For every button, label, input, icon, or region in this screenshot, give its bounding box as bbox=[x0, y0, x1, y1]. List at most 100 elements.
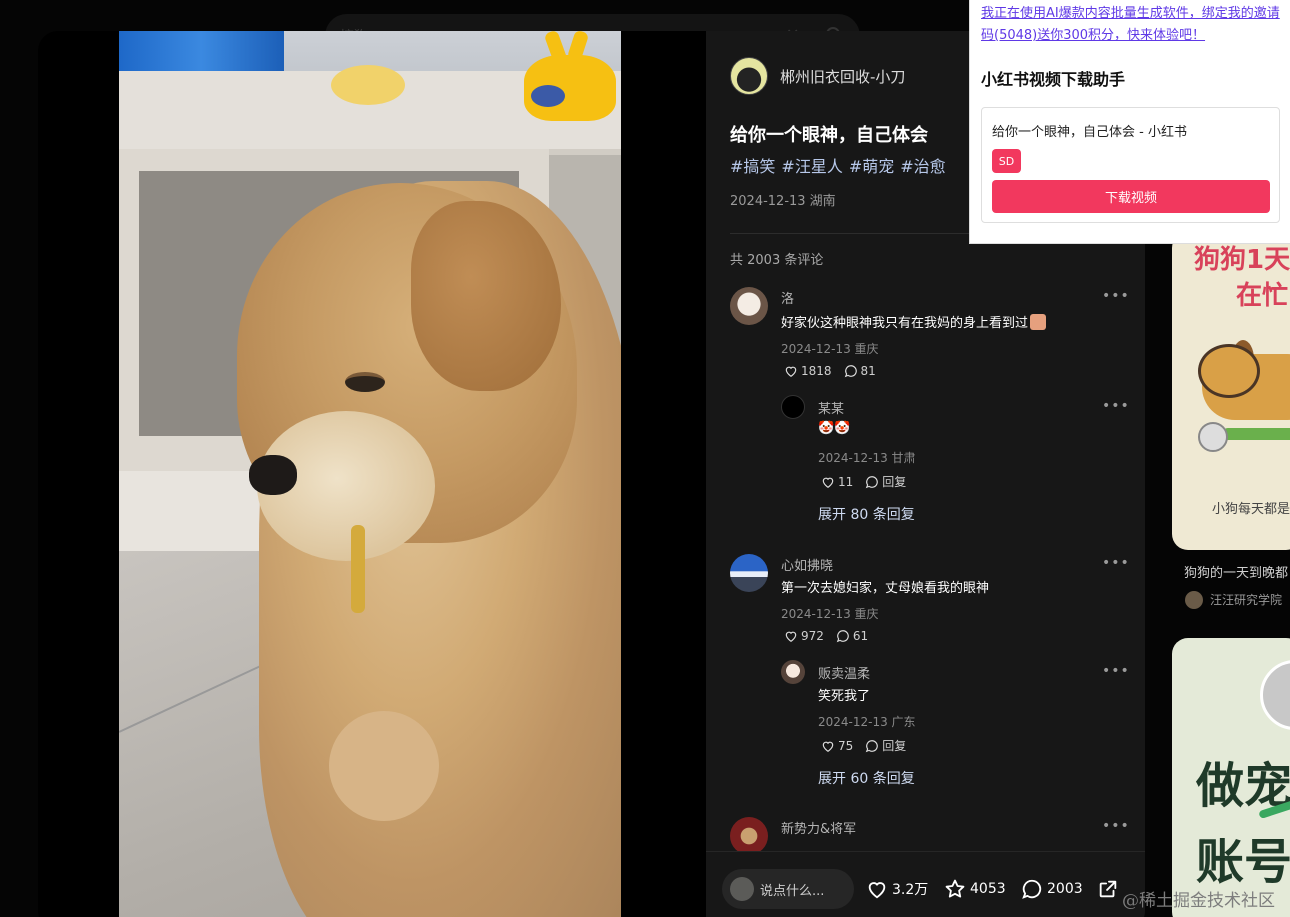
tag-link[interactable]: #治愈 bbox=[900, 153, 945, 177]
comment-actions: 972 61 bbox=[784, 629, 880, 643]
feed-card-1: 狗狗1天 在忙 小狗每天都是 bbox=[1172, 232, 1290, 550]
reply-button[interactable]: 回复 bbox=[865, 473, 906, 490]
video-card: 给你一个眼神，自己体会 - 小红书 SD 下载视频 bbox=[981, 107, 1280, 223]
feed-card-1-headline: 狗狗1天 在忙 bbox=[1194, 245, 1290, 311]
note-video[interactable] bbox=[119, 31, 621, 917]
watermark: @稀土掘金技术社区 bbox=[1122, 891, 1275, 911]
comment-input-placeholder: 说点什么... bbox=[760, 883, 825, 899]
share-icon bbox=[1099, 880, 1117, 898]
video-card-title: 给你一个眼神，自己体会 - 小红书 bbox=[992, 125, 1187, 140]
reply-text: 🤡🤡 bbox=[818, 421, 851, 436]
comment-bubble-icon bbox=[836, 630, 849, 643]
like-button[interactable]: 11 bbox=[821, 473, 853, 490]
heart-icon bbox=[868, 882, 886, 899]
reply-text: 笑死我了 bbox=[818, 689, 871, 704]
tag-link[interactable]: #萌宠 bbox=[849, 153, 894, 177]
heart-icon bbox=[822, 477, 834, 488]
comment-author[interactable]: 洛 bbox=[781, 288, 794, 307]
star-icon bbox=[945, 879, 965, 898]
download-video-button[interactable]: 下载视频 bbox=[992, 180, 1270, 213]
comment-avatar[interactable] bbox=[730, 554, 768, 592]
cartoon-dog-head bbox=[1198, 344, 1260, 398]
puppy-chain bbox=[351, 525, 365, 613]
heart-icon bbox=[822, 741, 834, 752]
comment-count: 共 2003 条评论 bbox=[730, 253, 824, 268]
feed-card-2-headline: 做宠 账号 bbox=[1196, 758, 1290, 890]
puppy-paw bbox=[329, 711, 439, 821]
reply-count: 81 bbox=[860, 364, 876, 378]
author-info[interactable]: 郴州旧衣回收-小刀 bbox=[730, 57, 905, 95]
collect-total: 4053 bbox=[970, 881, 1006, 897]
reply-meta: 2024-12-13 广东 bbox=[818, 715, 916, 729]
reply-button[interactable]: 61 bbox=[836, 629, 868, 643]
comment-author[interactable]: 心如拂晓 bbox=[781, 555, 833, 574]
download-helper-popup: 我正在使用AI爆款内容批量生成软件，绑定我的邀请码(5048)送你300积分，快… bbox=[969, 0, 1290, 244]
reply-author[interactable]: 某某 bbox=[818, 398, 844, 417]
popup-title: 小红书视频下载助手 bbox=[981, 70, 1126, 89]
comment-text: 第一次去媳妇家，丈母娘看我的眼神 bbox=[781, 581, 990, 596]
comment-avatar[interactable] bbox=[730, 287, 768, 325]
like-count: 75 bbox=[838, 738, 854, 753]
like-button[interactable]: 75 bbox=[821, 737, 853, 754]
share-button[interactable] bbox=[1097, 878, 1123, 900]
like-total: 3.2万 bbox=[892, 882, 929, 898]
note-title: 给你一个眼神，自己体会 bbox=[730, 125, 928, 146]
user-avatar bbox=[730, 877, 754, 901]
comment-author[interactable]: 新势力&将军 bbox=[781, 818, 856, 837]
more-icon[interactable]: ••• bbox=[1102, 663, 1130, 679]
expand-replies-button[interactable]: 展开 60 条回复 bbox=[818, 768, 915, 788]
tag-link[interactable]: #搞笑 bbox=[730, 153, 775, 177]
reply-actions: 11 回复 bbox=[821, 473, 918, 490]
comment-bubble-icon bbox=[844, 365, 857, 378]
video-toy-ball bbox=[331, 65, 405, 105]
expand-replies-button[interactable]: 展开 80 条回复 bbox=[818, 504, 915, 524]
like-count: 972 bbox=[801, 629, 824, 643]
comment-total: 2003 bbox=[1047, 881, 1083, 897]
author-name[interactable]: 郴州旧衣回收-小刀 bbox=[780, 66, 905, 87]
author-avatar[interactable] bbox=[730, 57, 768, 95]
comment-meta: 2024-12-13 重庆 bbox=[781, 607, 879, 621]
like-button[interactable]: 3.2万 bbox=[866, 878, 928, 900]
feed-card-1-avatar bbox=[1185, 591, 1203, 609]
feed-card-1-caption: 小狗每天都是 bbox=[1212, 502, 1290, 517]
cartoon-grass bbox=[1222, 428, 1290, 440]
like-count: 11 bbox=[838, 474, 854, 489]
like-button[interactable]: 1818 bbox=[784, 364, 832, 378]
more-icon[interactable]: ••• bbox=[1102, 818, 1130, 834]
comment-avatar[interactable] bbox=[730, 817, 768, 855]
comment-bubble-icon bbox=[866, 475, 879, 488]
like-button[interactable]: 972 bbox=[784, 629, 824, 643]
reply-actions: 75 回复 bbox=[821, 737, 918, 754]
reply-avatar[interactable] bbox=[781, 660, 805, 684]
collect-button[interactable]: 4053 bbox=[944, 878, 1006, 900]
reply-label: 回复 bbox=[882, 475, 907, 489]
more-icon[interactable]: ••• bbox=[1102, 555, 1130, 571]
reply-label: 回复 bbox=[882, 739, 907, 753]
reply-avatar[interactable] bbox=[781, 395, 805, 419]
puppy-nose bbox=[249, 455, 297, 495]
reply-count: 61 bbox=[852, 629, 869, 643]
promo-link[interactable]: 我正在使用AI爆款内容批量生成软件，绑定我的邀请码(5048)送你300积分，快… bbox=[981, 3, 1281, 47]
feed-card-1-title: 狗狗的一天到晚都 bbox=[1184, 566, 1289, 581]
feed-card-1-author: 汪汪研究学院 bbox=[1210, 593, 1283, 607]
heart-icon bbox=[785, 366, 797, 377]
like-count: 1818 bbox=[801, 364, 832, 378]
comment-input[interactable]: 说点什么... bbox=[722, 869, 854, 909]
comment-bubble-icon bbox=[1022, 879, 1042, 899]
cartoon-ball bbox=[1198, 422, 1228, 452]
comment-actions: 1818 81 bbox=[784, 364, 888, 378]
reply-button[interactable]: 81 bbox=[844, 364, 876, 378]
reply-button[interactable]: 回复 bbox=[865, 737, 906, 754]
feed-card-2: 做宠 账号 bbox=[1172, 638, 1290, 917]
comment-bubble-icon bbox=[866, 739, 879, 752]
more-icon[interactable]: ••• bbox=[1102, 288, 1130, 304]
reply-author[interactable]: 贩卖温柔 bbox=[818, 663, 870, 682]
video-toy-face bbox=[531, 85, 565, 107]
more-icon[interactable]: ••• bbox=[1102, 398, 1130, 414]
tag-link[interactable]: #汪星人 bbox=[781, 153, 842, 177]
note-tags: #搞笑 #汪星人 #萌宠 #治愈 bbox=[730, 153, 952, 177]
emoji-icon bbox=[1030, 314, 1047, 330]
quality-badge: SD bbox=[992, 149, 1021, 173]
puppy-eye bbox=[345, 372, 385, 392]
comment-button[interactable]: 2003 bbox=[1021, 878, 1083, 900]
